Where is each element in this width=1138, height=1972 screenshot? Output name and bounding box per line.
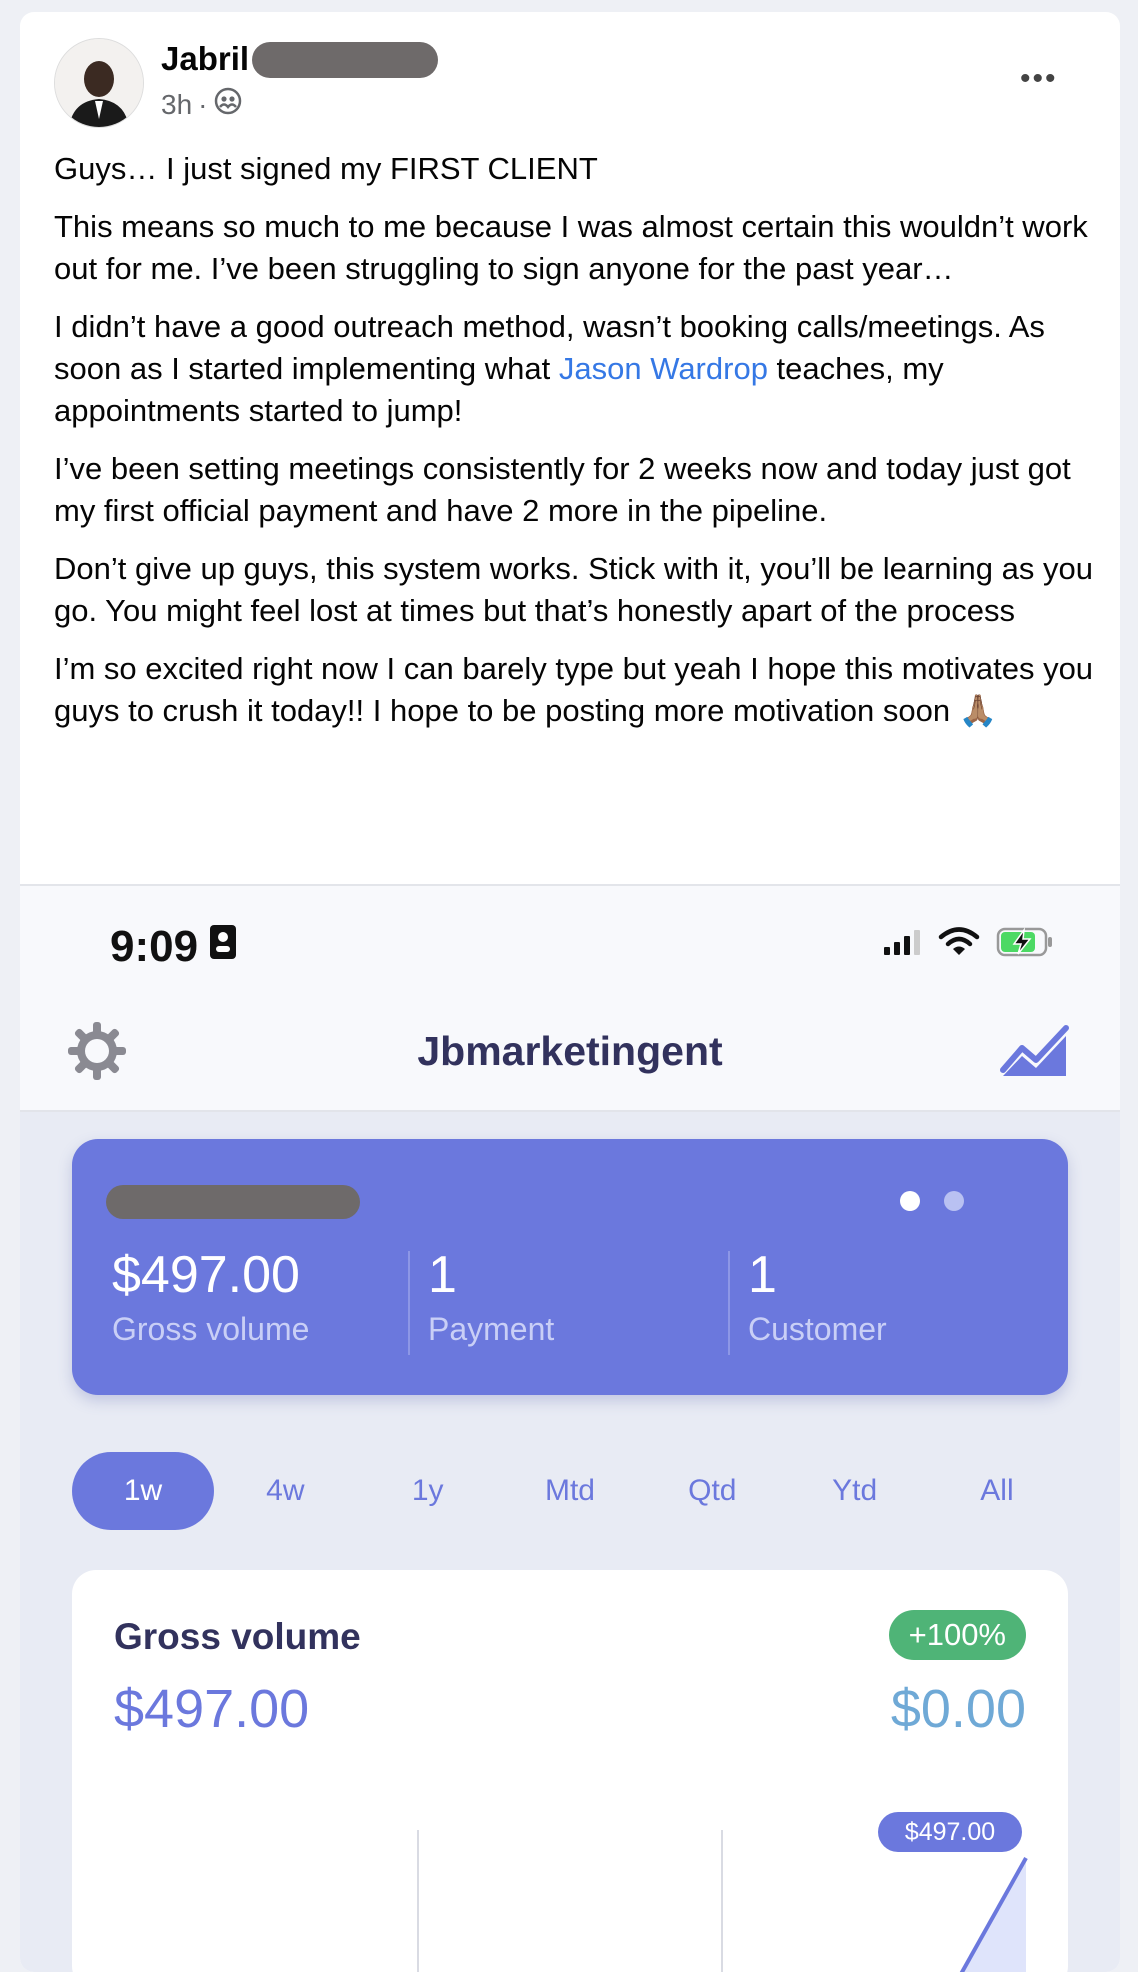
period-tab-qtd[interactable]: Qtd — [641, 1452, 783, 1530]
post-time[interactable]: 3h — [161, 89, 192, 121]
gross-volume-amount: $497.00 — [114, 1679, 310, 1739]
gross-volume-card[interactable]: Gross volume $497.00 +100% $0.00 $497.00 — [72, 1570, 1068, 1972]
period-tab-4w[interactable]: 4w — [214, 1452, 356, 1530]
cellular-signal-icon — [882, 927, 922, 962]
redacted-account-bar — [106, 1185, 360, 1219]
period-selector: 1w 4w 1y Mtd Qtd Ytd All — [72, 1452, 1068, 1530]
customers-metric: 1 Customer — [748, 1247, 887, 1349]
metric-divider — [728, 1251, 730, 1355]
gross-volume-metric: $497.00 Gross volume — [112, 1247, 309, 1349]
post-card: Jabril 3h · ••• Guys… I just signed my F… — [20, 12, 1120, 1972]
chart-trend-icon[interactable] — [1000, 1020, 1070, 1081]
chart-tooltip-value: $497.00 — [905, 1818, 995, 1846]
gross-volume-value: $497.00 — [112, 1246, 300, 1304]
payments-value: 1 — [428, 1246, 457, 1304]
period-tab-1y[interactable]: 1y — [357, 1452, 499, 1530]
previous-amount: $0.00 — [890, 1679, 1026, 1739]
payments-metric: 1 Payment — [428, 1247, 554, 1349]
gross-volume-title: Gross volume — [114, 1616, 361, 1657]
app-title: Jbmarketingent — [417, 1028, 723, 1074]
wifi-icon — [938, 926, 980, 963]
period-tab-all[interactable]: All — [926, 1452, 1068, 1530]
mention-link[interactable]: Jason Wardrop — [559, 351, 768, 386]
post-paragraph: Guys… I just signed my FIRST CLIENT — [54, 151, 598, 186]
battery-charging-icon — [996, 926, 1054, 963]
change-badge: +100% — [888, 1610, 1026, 1660]
customers-label: Customer — [748, 1311, 887, 1347]
post-paragraph: Don’t give up guys, this system works. S… — [54, 551, 1093, 628]
status-bar-time: 9:09 — [110, 922, 238, 972]
period-tab-mtd[interactable]: Mtd — [499, 1452, 641, 1530]
clock-text: 9:09 — [110, 922, 199, 971]
post-paragraph: I’ve been setting meetings consistently … — [54, 451, 1071, 528]
page-indicator[interactable] — [900, 1191, 964, 1211]
period-tab-1w[interactable]: 1w — [72, 1452, 214, 1530]
post-meta: 3h · — [161, 86, 243, 123]
gross-volume-label: Gross volume — [112, 1311, 310, 1347]
post-paragraph: This means so much to me because I was a… — [54, 209, 1088, 286]
author-avatar[interactable] — [54, 38, 144, 128]
redacted-name-bar — [252, 42, 438, 78]
page-dot-active — [900, 1191, 920, 1211]
post-body: Guys… I just signed my FIRST CLIENT This… — [54, 148, 1094, 748]
post-paragraph: I’m so excited right now I can barely ty… — [54, 651, 1094, 728]
more-options-icon[interactable]: ••• — [1020, 64, 1058, 94]
metric-divider — [408, 1251, 410, 1355]
status-bar-icons — [882, 926, 1054, 963]
attached-screenshot[interactable]: 9:09 Jbmarketingent $497.00 Gross volume… — [20, 884, 1120, 1972]
id-badge-icon — [208, 922, 238, 972]
gross-volume-chart: $497.00 — [417, 1812, 1028, 1972]
post-paragraph: I didn’t have a good outreach method, wa… — [54, 306, 1094, 432]
customers-value: 1 — [748, 1246, 777, 1304]
audience-group-icon[interactable] — [213, 86, 243, 123]
period-tab-ytd[interactable]: Ytd — [784, 1452, 926, 1530]
meta-separator: · — [198, 88, 208, 120]
payments-label: Payment — [428, 1311, 555, 1347]
summary-card[interactable]: $497.00 Gross volume 1 Payment 1 Custome… — [72, 1139, 1068, 1395]
app-header: Jbmarketingent — [20, 990, 1120, 1112]
author-name[interactable]: Jabril — [161, 40, 249, 78]
page-dot — [944, 1191, 964, 1211]
